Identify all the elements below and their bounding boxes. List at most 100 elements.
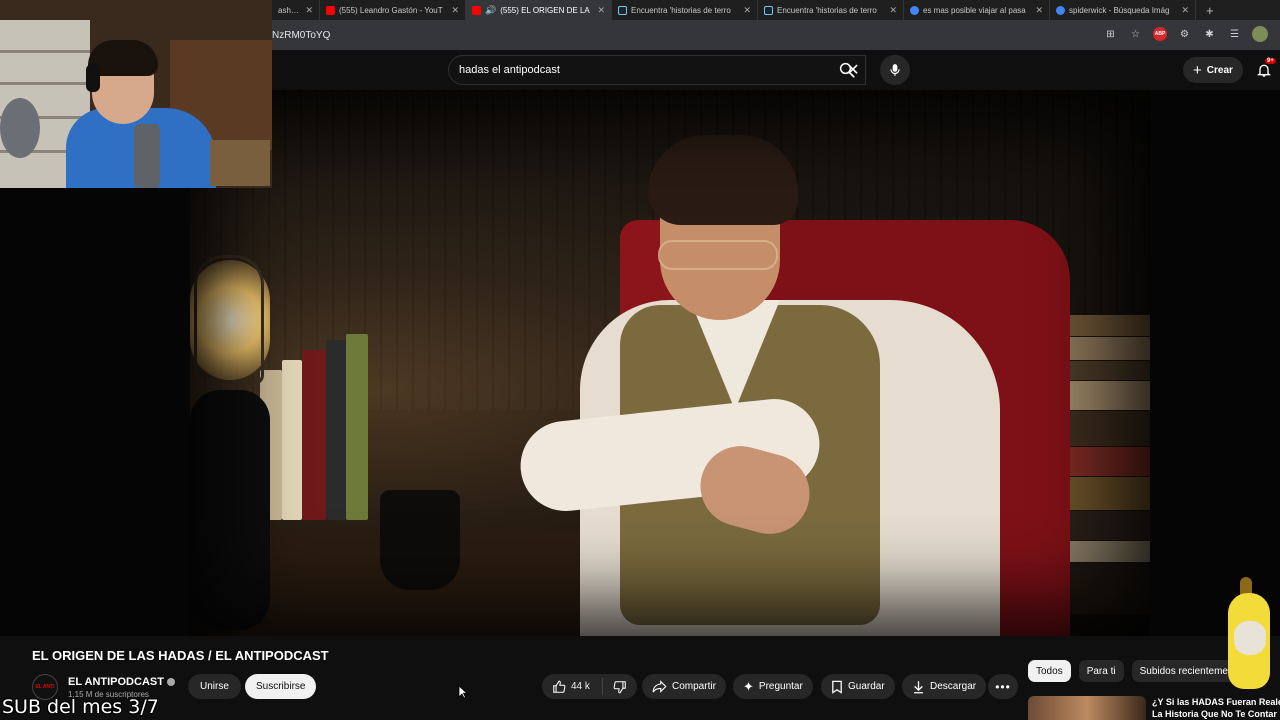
- google-favicon-icon: [1056, 5, 1065, 15]
- youtube-favicon-icon: [326, 5, 335, 15]
- bookmark-icon: [832, 680, 842, 694]
- microphone-icon: [890, 64, 900, 76]
- headset-icon: [86, 64, 100, 92]
- voice-search-button[interactable]: [880, 55, 910, 85]
- search-input[interactable]: hadas el antipodcast ✕: [448, 55, 866, 85]
- save-button[interactable]: Guardar: [821, 674, 895, 699]
- notifications-button[interactable]: 9+: [1256, 58, 1276, 78]
- share-action: Compartir: [642, 674, 726, 699]
- search-button[interactable]: [828, 55, 866, 85]
- share-arrow-icon: [652, 680, 667, 693]
- browser-tab[interactable]: ashboar ✕: [272, 0, 320, 20]
- share-button[interactable]: Compartir: [642, 674, 726, 699]
- recommended-title-line2: La Historia Que No Te Contar: [1152, 709, 1277, 719]
- like-button[interactable]: 44 k: [542, 678, 603, 695]
- tab-title: (555) Leandro Gastón - YouT: [339, 5, 443, 15]
- download-icon: [914, 680, 923, 693]
- webcam-fan: [0, 98, 40, 158]
- download-action: Descargar: [902, 674, 987, 699]
- youtube-favicon-icon: [472, 5, 481, 15]
- webcam-overlay: [0, 0, 272, 188]
- tab-close-icon[interactable]: ✕: [1035, 5, 1043, 16]
- like-dislike-group: 44 k: [542, 674, 637, 699]
- browser-tab[interactable]: Encuentra 'historias de terro ✕: [612, 0, 758, 20]
- tab-close-icon[interactable]: ✕: [743, 5, 751, 16]
- chip-for-you[interactable]: Para ti: [1078, 660, 1124, 682]
- podcast-microphone: [190, 390, 270, 630]
- recommended-video-thumbnail[interactable]: [1028, 696, 1146, 720]
- download-button[interactable]: Descargar: [902, 674, 987, 699]
- tiktok-favicon-icon: [764, 5, 773, 15]
- tab-title: (555) EL ORIGEN DE LA: [500, 5, 590, 15]
- screen: ashboar ✕ (555) Leandro Gastón - YouT ✕ …: [0, 0, 1280, 720]
- google-favicon-icon: [910, 5, 919, 15]
- tab-title: Encuentra 'historias de terro: [631, 5, 731, 15]
- tab-title: es mas posible viajar al pasa: [923, 5, 1026, 15]
- chip-all[interactable]: Todos: [1028, 660, 1071, 682]
- tab-close-icon[interactable]: ✕: [597, 5, 605, 16]
- save-label: Guardar: [848, 681, 885, 692]
- adblock-icon[interactable]: ABP: [1153, 27, 1167, 41]
- books-stack: [260, 330, 370, 520]
- audio-playing-icon[interactable]: 🔊: [485, 5, 496, 16]
- subscribe-button[interactable]: Suscribirse: [245, 674, 317, 699]
- ask-action: ✦ Preguntar: [733, 674, 813, 699]
- search-icon: [839, 62, 855, 78]
- lantern: [194, 255, 264, 385]
- tab-title: Encuentra 'historias de terro: [777, 5, 877, 15]
- profile-avatar[interactable]: [1252, 26, 1268, 42]
- browser-tab[interactable]: es mas posible viajar al pasa ✕: [904, 0, 1050, 20]
- bell-icon: [1257, 64, 1271, 77]
- create-label: Crear: [1206, 64, 1233, 76]
- cat-face: [1234, 621, 1266, 655]
- more-dots-icon: •••: [995, 679, 1011, 694]
- channel-name[interactable]: EL ANTIPODCAST: [68, 676, 164, 688]
- tab-title: ashboar: [278, 5, 301, 15]
- save-action: Guardar: [821, 674, 895, 699]
- tiktok-favicon-icon: [618, 5, 627, 15]
- tab-close-icon[interactable]: ✕: [1181, 5, 1189, 16]
- extension-icon[interactable]: ⚙: [1177, 27, 1192, 42]
- host-hair: [648, 135, 798, 225]
- plus-icon: +: [1193, 61, 1202, 79]
- notification-badge: 9+: [1265, 58, 1276, 64]
- verified-check-icon: [166, 677, 175, 686]
- host-glasses: [658, 240, 778, 270]
- video-frame: [190, 90, 1150, 636]
- reading-list-icon[interactable]: ☰: [1227, 27, 1242, 42]
- water-bottle: [134, 124, 160, 188]
- recommended-title-line1: ¿Y Si las HADAS Fueran Reale: [1152, 697, 1280, 707]
- tab-close-icon[interactable]: ✕: [451, 5, 459, 16]
- dislike-button[interactable]: [603, 680, 637, 694]
- tab-close-icon[interactable]: ✕: [889, 5, 897, 16]
- black-pitcher: [380, 490, 460, 590]
- sub-counter-overlay: SUB del mes 3/7: [2, 696, 159, 718]
- download-label: Descargar: [930, 681, 977, 692]
- recommended-video-title[interactable]: ¿Y Si las HADAS Fueran Reale La Historia…: [1152, 696, 1280, 720]
- more-actions-button[interactable]: •••: [988, 674, 1018, 699]
- browser-tab[interactable]: (555) Leandro Gastón - YouT ✕: [320, 0, 466, 20]
- thumbs-up-icon: [553, 680, 566, 693]
- tab-close-icon[interactable]: ✕: [305, 5, 313, 16]
- like-count: 44 k: [571, 681, 590, 692]
- browser-tab[interactable]: spiderwick - Búsqueda Imág ✕: [1050, 0, 1196, 20]
- ask-button[interactable]: ✦ Preguntar: [733, 674, 813, 699]
- browser-tab-active[interactable]: 🔊 (555) EL ORIGEN DE LA ✕: [466, 0, 612, 20]
- join-button[interactable]: Unirse: [188, 674, 241, 699]
- url-text[interactable]: NzRM0ToYQ: [272, 30, 330, 41]
- create-button[interactable]: + Crear: [1183, 57, 1243, 83]
- search-query-text[interactable]: hadas el antipodcast: [459, 64, 841, 76]
- ask-label: Preguntar: [758, 681, 803, 692]
- install-app-icon[interactable]: ⊞: [1103, 27, 1118, 42]
- tab-title: spiderwick - Búsqueda Imág: [1069, 5, 1170, 15]
- extensions-puzzle-icon[interactable]: ✱: [1202, 27, 1217, 42]
- new-tab-icon[interactable]: +: [1196, 3, 1214, 18]
- banana-cat-sticker: [1222, 575, 1278, 695]
- sparkle-icon: ✦: [743, 678, 754, 694]
- browser-tab[interactable]: Encuentra 'historias de terro ✕: [758, 0, 904, 20]
- video-title: EL ORIGEN DE LAS HADAS / EL ANTIPODCAST: [32, 648, 329, 663]
- channel-name-row[interactable]: EL ANTIPODCAST: [68, 676, 175, 688]
- webcam-toys: [210, 140, 270, 186]
- bookmark-star-icon[interactable]: ☆: [1128, 27, 1143, 42]
- related-filter-chips: Todos Para ti Subidos recientemente: [1028, 660, 1250, 682]
